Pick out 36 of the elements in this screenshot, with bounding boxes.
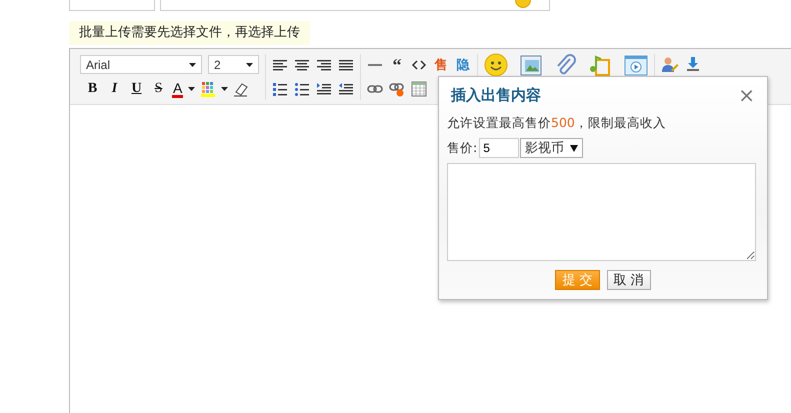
unlink-icon[interactable] (389, 81, 405, 98)
bullet-list-icon[interactable] (294, 81, 310, 98)
upload-notice: 批量上传需要先选择文件，再选择上传 (69, 21, 310, 45)
caret-icon[interactable] (189, 62, 196, 67)
hide-button[interactable]: 隐 (455, 56, 471, 74)
video-icon[interactable] (624, 54, 648, 76)
caret-icon[interactable] (246, 62, 253, 67)
text-color-button[interactable]: A (172, 80, 184, 98)
cancel-button[interactable]: 取 消 (606, 270, 651, 290)
eraser-icon[interactable] (233, 81, 250, 98)
price-limit-hint: 允许设置最高售价500，限制最高收入 (447, 114, 667, 132)
title-field[interactable] (160, 0, 550, 11)
close-button[interactable]: × (738, 85, 755, 105)
strike-button[interactable]: S (150, 81, 167, 98)
outdent-icon[interactable] (338, 81, 354, 98)
table-icon[interactable] (411, 81, 427, 98)
underline-button[interactable]: U (128, 81, 145, 98)
font-size-select[interactable]: 2 (208, 55, 259, 74)
indent-icon[interactable] (316, 81, 332, 98)
currency-select[interactable]: 影视币 (520, 138, 584, 158)
image-icon[interactable] (520, 54, 542, 76)
bold-button[interactable]: B (84, 81, 101, 98)
user-edit-icon[interactable] (661, 56, 679, 74)
smiley-icon[interactable] (484, 53, 508, 77)
font-select[interactable]: Arial (80, 55, 202, 74)
caret-icon[interactable] (221, 87, 228, 92)
color-grid-icon[interactable] (200, 81, 216, 98)
dialog-title: 插入出售内容 (451, 86, 541, 104)
download-icon[interactable] (685, 56, 701, 74)
price-label: 售价: (447, 140, 478, 156)
numbered-list-icon[interactable] (272, 81, 288, 98)
price-field[interactable]: 5 (479, 138, 520, 158)
italic-button[interactable]: I (106, 81, 123, 98)
quote-button[interactable]: “ (389, 56, 405, 73)
dropdown-icon[interactable] (570, 144, 578, 152)
caret-icon[interactable] (188, 87, 196, 92)
